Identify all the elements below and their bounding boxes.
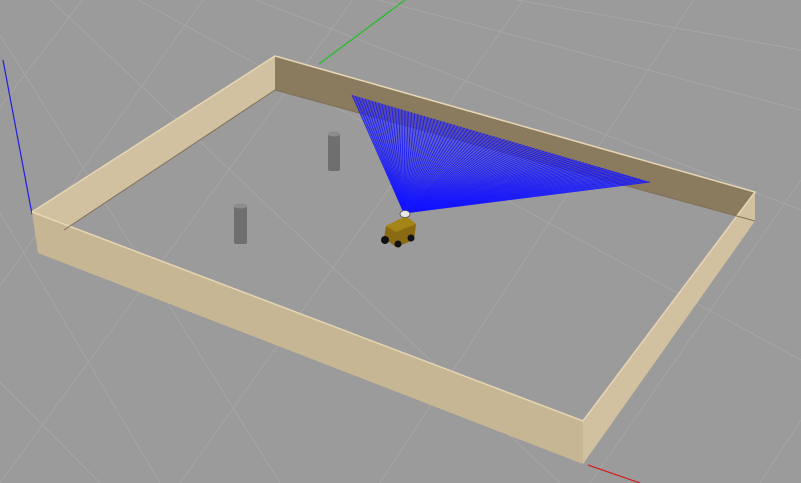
cylinder-top: [328, 131, 340, 137]
robot-wheel-right: [407, 234, 415, 242]
3d-scene-canvas[interactable]: [0, 0, 801, 483]
laser-sensor-icon: [399, 210, 411, 218]
cylinder-body: [328, 134, 340, 171]
cylinder-obstacle-2[interactable]: [234, 203, 247, 245]
cylinder-top: [234, 203, 247, 209]
cylinder-body: [234, 206, 247, 244]
robot-wheel-front: [394, 240, 402, 248]
robot-wheel-left: [381, 236, 389, 244]
simulation-viewport[interactable]: [0, 0, 801, 483]
cylinder-obstacle-1[interactable]: [328, 131, 340, 172]
